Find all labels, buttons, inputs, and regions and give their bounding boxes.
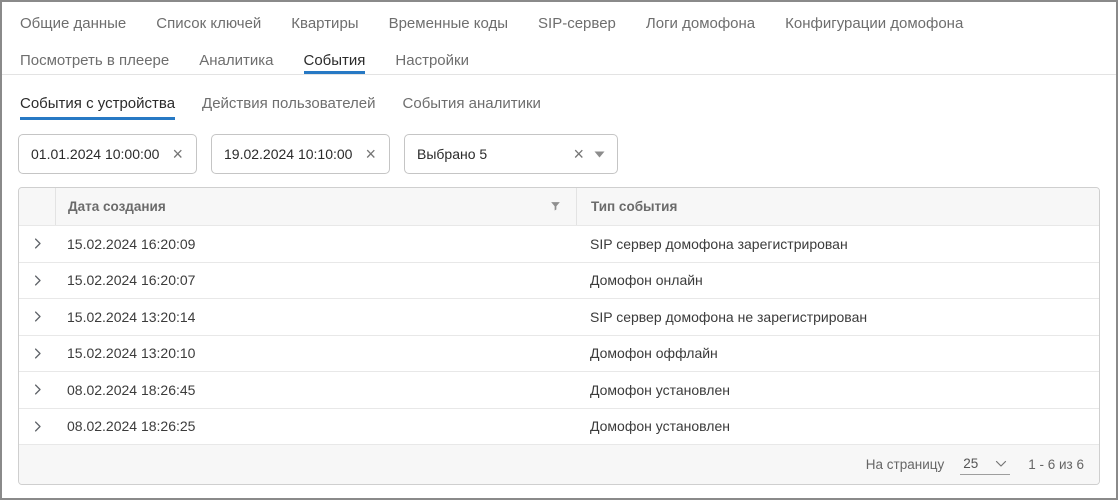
column-header-type[interactable]: Тип события bbox=[576, 188, 1099, 225]
event-type-selected-value: Выбрано 5 bbox=[417, 146, 487, 162]
primary-tab[interactable]: Конфигурации домофона bbox=[785, 15, 963, 32]
expand-cell bbox=[19, 346, 55, 361]
column-header-date[interactable]: Дата создания bbox=[55, 188, 576, 225]
tertiary-tab-bar: События с устройства Действия пользовате… bbox=[2, 89, 1116, 120]
date-from-input[interactable]: 01.01.2024 10:00:00 × bbox=[18, 134, 197, 174]
filter-bar: 01.01.2024 10:00:00 × 19.02.2024 10:10:0… bbox=[2, 120, 1116, 187]
event-row[interactable]: 15.02.2024 13:20:14 SIP сервер домофона … bbox=[19, 298, 1099, 335]
secondary-tab-bar: Посмотреть в плеере Аналитика События На… bbox=[2, 44, 1116, 75]
date-from-value: 01.01.2024 10:00:00 bbox=[31, 146, 159, 162]
primary-tab[interactable]: SIP-сервер bbox=[538, 15, 616, 32]
event-row[interactable]: 15.02.2024 16:20:07 Домофон онлайн bbox=[19, 262, 1099, 299]
event-type-select[interactable]: Выбрано 5 × bbox=[404, 134, 618, 174]
primary-tab[interactable]: Общие данные bbox=[20, 15, 126, 32]
expand-cell bbox=[19, 382, 55, 397]
secondary-tab[interactable]: События bbox=[304, 44, 366, 74]
primary-tab[interactable]: Квартиры bbox=[291, 15, 358, 32]
secondary-tab[interactable]: Посмотреть в плеере bbox=[20, 44, 169, 74]
event-date-cell: 08.02.2024 18:26:45 bbox=[55, 382, 576, 398]
event-row[interactable]: 15.02.2024 13:20:10 Домофон оффлайн bbox=[19, 335, 1099, 372]
primary-tab-bar: Общие данные Список ключей Квартиры Врем… bbox=[2, 2, 1116, 44]
chevron-right-icon[interactable] bbox=[30, 273, 45, 288]
primary-tab[interactable]: Временные коды bbox=[389, 15, 508, 32]
event-date-cell: 15.02.2024 16:20:07 bbox=[55, 272, 576, 288]
event-type-cell: Домофон установлен bbox=[576, 382, 1099, 398]
clear-icon[interactable]: × bbox=[364, 145, 377, 163]
expand-column-header bbox=[19, 188, 55, 225]
secondary-tab[interactable]: Настройки bbox=[395, 44, 469, 74]
table-header-row: Дата создания Тип события bbox=[19, 188, 1099, 225]
intercom-admin-page: Общие данные Список ключей Квартиры Врем… bbox=[0, 0, 1118, 500]
tertiary-tab[interactable]: События аналитики bbox=[403, 89, 541, 120]
event-row[interactable]: 15.02.2024 16:20:09 SIP сервер домофона … bbox=[19, 225, 1099, 262]
pagination-range-label: 1 - 6 из 6 bbox=[1028, 457, 1084, 472]
expand-cell bbox=[19, 419, 55, 434]
dropdown-arrow-icon[interactable] bbox=[594, 151, 605, 158]
event-row[interactable]: 08.02.2024 18:26:45 Домофон установлен bbox=[19, 371, 1099, 408]
date-to-input[interactable]: 19.02.2024 10:10:00 × bbox=[211, 134, 390, 174]
chevron-right-icon[interactable] bbox=[30, 419, 45, 434]
event-type-cell: Домофон установлен bbox=[576, 418, 1099, 434]
event-row[interactable]: 08.02.2024 18:26:25 Домофон установлен bbox=[19, 408, 1099, 445]
clear-icon[interactable]: × bbox=[171, 145, 184, 163]
column-header-type-label: Тип события bbox=[591, 199, 677, 214]
chevron-down-icon bbox=[995, 460, 1007, 468]
expand-cell bbox=[19, 273, 55, 288]
event-type-cell: Домофон онлайн bbox=[576, 272, 1099, 288]
primary-tab[interactable]: Список ключей bbox=[156, 15, 261, 32]
table-footer: На страницу 25 1 - 6 из 6 bbox=[19, 444, 1099, 484]
primary-tab[interactable]: Логи домофона bbox=[646, 15, 755, 32]
events-table: Дата создания Тип события 15.02.2024 bbox=[18, 187, 1100, 485]
chevron-right-icon[interactable] bbox=[30, 236, 45, 251]
event-date-cell: 15.02.2024 13:20:14 bbox=[55, 309, 576, 325]
expand-cell bbox=[19, 309, 55, 324]
chevron-right-icon[interactable] bbox=[30, 309, 45, 324]
tertiary-tab[interactable]: События с устройства bbox=[20, 89, 175, 120]
clear-icon[interactable]: × bbox=[572, 145, 585, 163]
event-date-cell: 15.02.2024 16:20:09 bbox=[55, 236, 576, 252]
event-date-cell: 08.02.2024 18:26:25 bbox=[55, 418, 576, 434]
event-date-cell: 15.02.2024 13:20:10 bbox=[55, 345, 576, 361]
filter-funnel-icon[interactable] bbox=[549, 200, 562, 213]
event-type-cell: Домофон оффлайн bbox=[576, 345, 1099, 361]
per-page-label: На страницу bbox=[866, 457, 944, 472]
chevron-right-icon[interactable] bbox=[30, 382, 45, 397]
tertiary-tab[interactable]: Действия пользователей bbox=[202, 89, 375, 120]
table-body: 15.02.2024 16:20:09 SIP сервер домофона … bbox=[19, 225, 1099, 444]
chevron-right-icon[interactable] bbox=[30, 346, 45, 361]
date-to-value: 19.02.2024 10:10:00 bbox=[224, 146, 352, 162]
secondary-tab[interactable]: Аналитика bbox=[199, 44, 273, 74]
per-page-select[interactable]: 25 bbox=[960, 454, 1010, 475]
event-type-cell: SIP сервер домофона не зарегистрирован bbox=[576, 309, 1099, 325]
per-page-value: 25 bbox=[963, 456, 978, 471]
expand-cell bbox=[19, 236, 55, 251]
event-type-cell: SIP сервер домофона зарегистрирован bbox=[576, 236, 1099, 252]
column-header-date-label: Дата создания bbox=[68, 199, 166, 214]
